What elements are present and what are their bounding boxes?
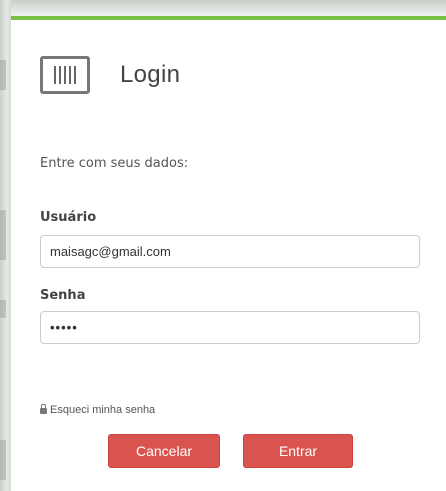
modal-title: Login <box>120 61 181 88</box>
password-input[interactable]: ••••• <box>40 311 420 344</box>
background-top <box>0 0 446 14</box>
forgot-password-text: Esqueci minha senha <box>50 404 156 416</box>
barcode-icon <box>40 56 90 94</box>
username-input[interactable]: maisagc@gmail.com <box>40 235 420 268</box>
lock-icon <box>40 404 47 414</box>
intro-text: Entre com seus dados: <box>40 156 189 171</box>
submit-button[interactable]: Entrar <box>243 434 353 468</box>
username-label: Usuário <box>40 210 97 225</box>
forgot-password-link[interactable]: Esqueci minha senha <box>40 404 155 416</box>
cancel-button[interactable]: Cancelar <box>108 434 220 468</box>
modal-header: Login <box>40 56 180 94</box>
login-modal: Login Entre com seus dados: Usuário mais… <box>11 16 446 491</box>
screen: Login Entre com seus dados: Usuário mais… <box>0 0 446 491</box>
background-page-edge <box>0 0 11 491</box>
password-label: Senha <box>40 288 86 303</box>
